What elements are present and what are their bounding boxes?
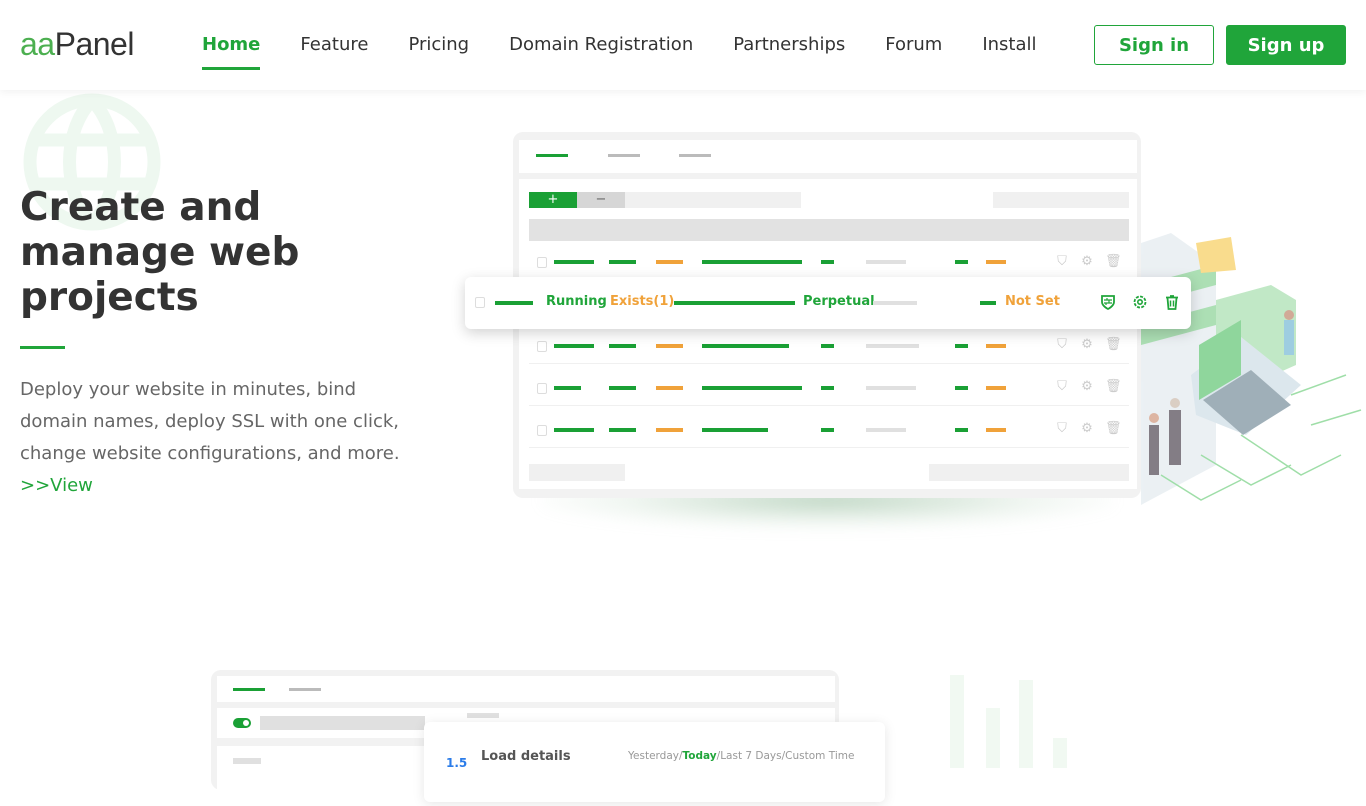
mockup-body: + − ⛉ ⚙ 🗑 ⛉ ⚙ 🗑 ⛉ ⚙ 🗑 ⛉ ⚙ 🗑: [519, 179, 1137, 489]
shield-icon: ⛉: [1057, 379, 1067, 394]
load-details-title: Load details: [481, 749, 571, 764]
firewall-icon: [1101, 295, 1115, 310]
mockup-search-placeholder: [993, 192, 1129, 208]
gear-icon: ⚙: [1081, 254, 1093, 269]
trash-icon: [1166, 295, 1178, 310]
status-running: Running: [546, 294, 607, 309]
mockup-table-header: [529, 219, 1129, 241]
logo[interactable]: aaPanel: [20, 26, 134, 63]
range-custom-time: Custom Time: [785, 750, 855, 762]
site-name-placeholder: [495, 301, 533, 305]
hero-description: Deploy your website in minutes, bind dom…: [20, 379, 400, 464]
nav-forum[interactable]: Forum: [885, 0, 942, 90]
shield-icon: ⛉: [1057, 254, 1067, 269]
nav-install[interactable]: Install: [982, 0, 1036, 90]
mockup-toolbar-placeholder: [625, 192, 801, 208]
mockup-tab-active: [536, 154, 568, 157]
time-range-selector: Yesterday/Today/Last 7 Days/Custom Time: [628, 750, 855, 762]
decorative-bar: [986, 708, 1000, 768]
main-nav: Home Feature Pricing Domain Registration…: [202, 0, 1077, 90]
nav-home[interactable]: Home: [202, 0, 261, 90]
mockup2-tab: [289, 688, 321, 691]
logo-text-aa: aa: [20, 26, 55, 62]
hero-title: Create and manage web projects: [20, 185, 300, 320]
server-illustration: [1141, 233, 1362, 505]
highlighted-site-row: Running Exists(1) Perpetual Not Set: [465, 277, 1191, 329]
backup-status: Exists(1): [610, 294, 675, 309]
gear-icon: ⚙: [1081, 421, 1093, 436]
mockup2-placeholder: [233, 758, 261, 764]
mockup-footer-left: [529, 464, 625, 481]
range-last-7-days: Last 7 Days: [720, 750, 782, 762]
remark-placeholder: [873, 301, 917, 305]
mockup-tab: [608, 154, 640, 157]
sign-up-button[interactable]: Sign up: [1226, 25, 1346, 65]
sign-in-button[interactable]: Sign in: [1094, 25, 1214, 65]
shield-icon: ⛉: [1057, 337, 1067, 352]
load-details-card: 1.5 Load details Yesterday/Today/Last 7 …: [424, 722, 885, 802]
mockup-remove-button: −: [577, 192, 625, 208]
mockup2-tabs: [217, 676, 835, 702]
mockup-tab: [679, 154, 711, 157]
range-today: Today: [682, 750, 717, 762]
root-path-placeholder: [674, 301, 795, 305]
nav-partnerships[interactable]: Partnerships: [733, 0, 845, 90]
toggle-switch: [233, 718, 251, 728]
nav-feature[interactable]: Feature: [300, 0, 368, 90]
expiry-status: Perpetual: [803, 294, 875, 309]
ssl-status: Not Set: [1005, 294, 1060, 309]
nav-domain-registration[interactable]: Domain Registration: [509, 0, 693, 90]
view-link[interactable]: >>View: [20, 470, 93, 502]
row-checkbox: [475, 297, 485, 308]
trash-icon: 🗑: [1105, 421, 1122, 436]
gear-icon: [1133, 295, 1147, 309]
trash-icon: 🗑: [1105, 254, 1122, 269]
mockup2-placeholder: [260, 716, 425, 730]
mockup2-tab-active: [233, 688, 265, 691]
mockup2-placeholder: [467, 713, 499, 718]
gear-icon: ⚙: [1081, 337, 1093, 352]
gear-icon: ⚙: [1081, 379, 1093, 394]
mockup-tabs: [519, 140, 1137, 173]
top-navbar: aaPanel Home Feature Pricing Domain Regi…: [0, 0, 1366, 90]
range-yesterday: Yesterday: [628, 750, 679, 762]
trash-icon: 🗑: [1105, 337, 1122, 352]
trash-icon: 🗑: [1105, 379, 1122, 394]
decorative-bar: [1019, 680, 1033, 768]
logo-text-panel: Panel: [54, 26, 135, 62]
hero-divider: [20, 346, 65, 349]
mockup-pagination: [929, 464, 1129, 481]
decorative-bar: [1053, 738, 1067, 768]
mockup-add-button: +: [529, 192, 577, 208]
decorative-bar: [950, 675, 964, 768]
php-placeholder: [980, 301, 996, 305]
nav-pricing[interactable]: Pricing: [408, 0, 469, 90]
shield-icon: ⛉: [1057, 421, 1067, 436]
